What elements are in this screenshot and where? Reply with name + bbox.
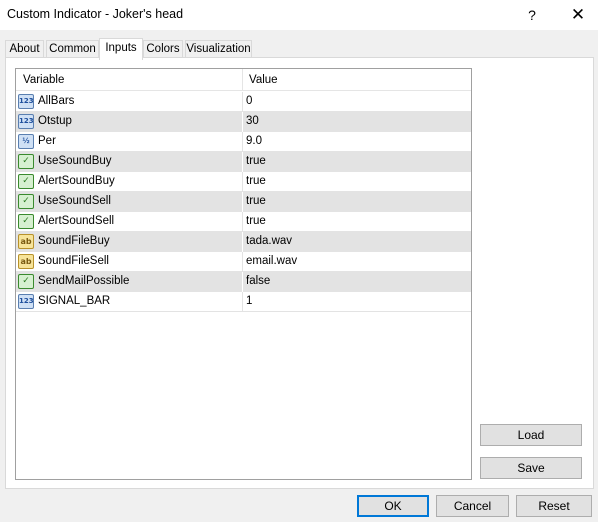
table-row[interactable]: 123 SIGNAL_BAR 1: [16, 292, 471, 312]
variable-name: UseSoundBuy: [38, 155, 112, 167]
variable-name: SoundFileSell: [38, 255, 109, 267]
column-divider: [242, 69, 243, 91]
column-header-value[interactable]: Value: [249, 74, 278, 86]
variable-value[interactable]: email.wav: [246, 255, 297, 267]
column-divider: [242, 292, 243, 312]
variable-name: AlertSoundSell: [38, 215, 115, 227]
variable-name: AllBars: [38, 95, 75, 107]
variable-name: SendMailPossible: [38, 275, 130, 287]
variable-name: SIGNAL_BAR: [38, 295, 111, 307]
column-divider: [242, 172, 243, 192]
column-divider: [242, 92, 243, 112]
variable-value[interactable]: 9.0: [246, 135, 262, 147]
column-divider: [242, 192, 243, 212]
boolean-icon: ✓: [18, 214, 34, 229]
load-button[interactable]: Load: [480, 424, 582, 446]
column-header-variable[interactable]: Variable: [23, 74, 64, 86]
inputs-grid: Variable Value 123 AllBars 0 123 Otstup 30 ½ Pe…: [15, 68, 472, 480]
boolean-icon: ✓: [18, 154, 34, 169]
table-row[interactable]: ab SoundFileBuy tada.wav: [16, 232, 471, 252]
column-divider: [242, 252, 243, 272]
reset-button[interactable]: Reset: [516, 495, 592, 517]
variable-value[interactable]: 0: [246, 95, 252, 107]
variable-name: Otstup: [38, 115, 72, 127]
string-icon: ab: [18, 234, 34, 249]
table-row[interactable]: 123 AllBars 0: [16, 92, 471, 112]
ok-button[interactable]: OK: [357, 495, 429, 517]
double-icon: ½: [18, 134, 34, 149]
boolean-icon: ✓: [18, 274, 34, 289]
column-divider: [242, 132, 243, 152]
save-button[interactable]: Save: [480, 457, 582, 479]
table-row[interactable]: ✓ AlertSoundSell true: [16, 212, 471, 232]
close-button[interactable]: ✕: [560, 0, 596, 30]
window-title: Custom Indicator - Joker's head: [7, 7, 184, 21]
variable-value[interactable]: true: [246, 155, 266, 167]
string-icon: ab: [18, 254, 34, 269]
column-divider: [242, 212, 243, 232]
table-row[interactable]: ✓ SendMailPossible false: [16, 272, 471, 292]
variable-value[interactable]: true: [246, 175, 266, 187]
column-divider: [242, 152, 243, 172]
variable-name: SoundFileBuy: [38, 235, 110, 247]
variable-name: Per: [38, 135, 56, 147]
variable-name: AlertSoundBuy: [38, 175, 115, 187]
grid-header: Variable Value: [16, 69, 471, 91]
variable-value[interactable]: tada.wav: [246, 235, 292, 247]
column-divider: [242, 272, 243, 292]
column-divider: [242, 112, 243, 132]
help-button[interactable]: ?: [516, 0, 548, 30]
cancel-button[interactable]: Cancel: [436, 495, 509, 517]
integer-icon: 123: [18, 294, 34, 309]
boolean-icon: ✓: [18, 194, 34, 209]
table-row[interactable]: ✓ UseSoundSell true: [16, 192, 471, 212]
variable-value[interactable]: true: [246, 215, 266, 227]
boolean-icon: ✓: [18, 174, 34, 189]
tab-inputs[interactable]: Inputs: [99, 38, 143, 60]
variable-value[interactable]: false: [246, 275, 270, 287]
table-row[interactable]: ✓ UseSoundBuy true: [16, 152, 471, 172]
table-row[interactable]: ½ Per 9.0: [16, 132, 471, 152]
table-row[interactable]: ✓ AlertSoundBuy true: [16, 172, 471, 192]
integer-icon: 123: [18, 114, 34, 129]
table-row[interactable]: ab SoundFileSell email.wav: [16, 252, 471, 272]
title-bar: Custom Indicator - Joker's head ? ✕: [0, 0, 598, 30]
variable-name: UseSoundSell: [38, 195, 111, 207]
variable-value[interactable]: 30: [246, 115, 259, 127]
variable-value[interactable]: 1: [246, 295, 252, 307]
table-row[interactable]: 123 Otstup 30: [16, 112, 471, 132]
column-divider: [242, 232, 243, 252]
integer-icon: 123: [18, 94, 34, 109]
variable-value[interactable]: true: [246, 195, 266, 207]
